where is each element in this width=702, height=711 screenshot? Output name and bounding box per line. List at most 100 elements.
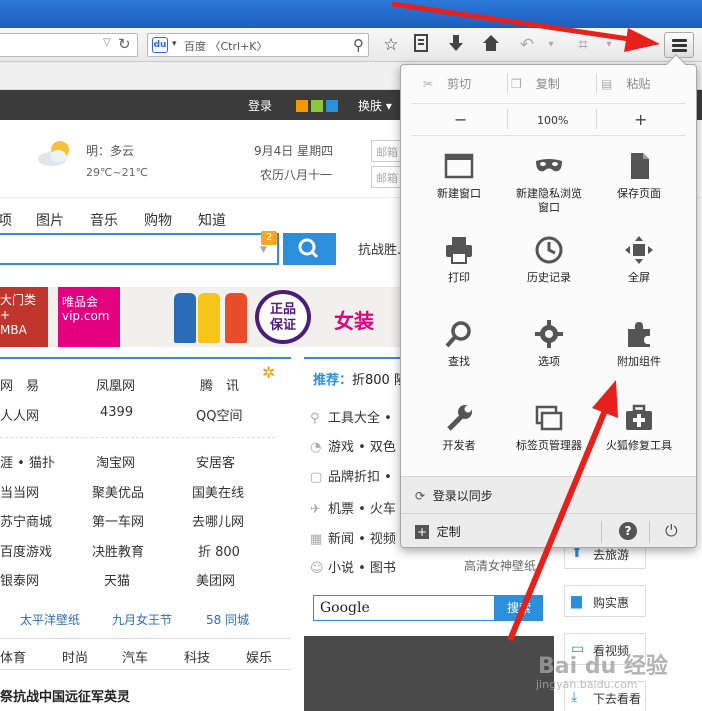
site-link[interactable]: 国美在线 <box>192 482 244 501</box>
login-link[interactable]: 登录 <box>248 97 272 114</box>
settings-gear-icon[interactable]: ✲ <box>262 363 275 382</box>
news-headline[interactable]: 祭抗战中国远征军英灵 <box>0 686 130 705</box>
site-link[interactable]: 凤凰网 <box>96 375 135 394</box>
crop-dropdown-icon[interactable]: ▾ <box>598 34 620 56</box>
url-bar[interactable]: ▽ ↻ <box>0 33 138 57</box>
site-link[interactable]: 当当网 <box>0 482 39 501</box>
site-link[interactable]: 银泰网 <box>0 570 39 589</box>
list-item[interactable]: ▢ 品牌折扣 • <box>310 466 392 485</box>
tab-fashion[interactable]: 时尚 <box>62 647 88 666</box>
engine-dropdown-icon[interactable]: ▾ <box>172 39 177 49</box>
ad-banner[interactable]: 大门类 + MBA 唯品会 vip.com 正品 保证 女装 <box>0 287 405 347</box>
skin-swatch-blue[interactable] <box>326 100 338 112</box>
find-item[interactable]: 查找 <box>413 319 505 399</box>
zoom-reset-button[interactable]: 100% <box>537 114 568 127</box>
help-icon[interactable]: ? <box>619 522 637 540</box>
url-dropdown-icon[interactable]: ▽ <box>103 37 111 48</box>
search-dropdown-icon[interactable]: ▼ <box>260 245 267 255</box>
site-search-button[interactable] <box>283 233 336 265</box>
tab-tech[interactable]: 科技 <box>184 647 210 666</box>
link-queen-festival[interactable]: 九月女王节 <box>112 611 172 628</box>
addons-item[interactable]: 附加组件 <box>593 319 685 399</box>
banner-vip[interactable]: 唯品会 vip.com <box>58 287 120 347</box>
list-item[interactable]: ▦ 新闻 • 视频 <box>310 528 396 547</box>
zoom-out-button[interactable]: − <box>454 110 467 129</box>
tab-ent[interactable]: 娱乐 <box>246 647 272 666</box>
list-item[interactable]: ☺ 小说 • 图书 <box>310 557 396 576</box>
download-icon[interactable] <box>445 34 467 56</box>
site-link[interactable]: 百度游戏 <box>0 541 52 560</box>
cut-button[interactable]: ✂ 剪切 <box>423 75 471 92</box>
open-menu-button[interactable] <box>664 32 694 58</box>
list-item[interactable]: ⚲ 工具大全 • <box>310 407 392 426</box>
fullscreen-item[interactable]: 全屏 <box>593 235 685 315</box>
google-search-button[interactable]: 搜索 <box>495 595 543 621</box>
developer-item[interactable]: 开发者 <box>413 403 505 483</box>
search-count-badge: 2 <box>261 231 277 245</box>
google-search-input[interactable]: Google <box>313 595 495 621</box>
tab-images[interactable]: 图片 <box>36 210 64 230</box>
site-link[interactable]: QQ空间 <box>196 405 242 424</box>
list-item[interactable]: ✈ 机票 • 火车 <box>310 498 396 517</box>
customize-button[interactable]: + 定制 <box>415 523 461 540</box>
site-link[interactable]: 美团网 <box>196 570 235 589</box>
site-link[interactable]: 第一车网 <box>92 511 144 530</box>
tab-web[interactable]: 项 <box>0 210 12 230</box>
list-item[interactable]: ◔ 游戏 • 双色 <box>310 436 396 455</box>
site-link[interactable]: 涯 • 猫扑 <box>0 452 55 471</box>
site-link[interactable]: 决胜教育 <box>92 541 144 560</box>
reload-icon[interactable]: ↻ <box>118 35 131 53</box>
banner-mba[interactable]: 大门类 + MBA <box>0 287 48 347</box>
zoom-in-button[interactable]: + <box>634 110 647 129</box>
undo-icon[interactable]: ↶ <box>516 34 538 56</box>
tab-manager-item[interactable]: 标签页管理器 <box>503 403 595 483</box>
search-go-icon[interactable]: ⚲ <box>353 36 364 54</box>
site-link[interactable]: 淘宝网 <box>96 452 135 471</box>
site-link[interactable]: 网 易 <box>0 375 39 394</box>
home-icon[interactable] <box>480 34 502 56</box>
bookmark-star-icon[interactable]: ☆ <box>380 34 402 56</box>
undo-dropdown-icon[interactable]: ▾ <box>540 34 562 56</box>
options-item[interactable]: 选项 <box>503 319 595 399</box>
print-item[interactable]: 打印 <box>413 235 505 315</box>
tab-music[interactable]: 音乐 <box>90 210 118 230</box>
private-window-item[interactable]: 新建隐私浏览 窗口 <box>503 151 595 231</box>
tab-zhidao[interactable]: 知道 <box>198 210 226 230</box>
site-link[interactable]: 折 800 <box>198 541 240 560</box>
new-window-item[interactable]: 新建窗口 <box>413 151 505 231</box>
site-link[interactable]: 腾 讯 <box>200 375 239 394</box>
copy-button[interactable]: ❐ 复制 <box>511 75 560 92</box>
sync-sign-in-item[interactable]: ⟳ 登录以同步 <box>415 487 493 504</box>
repair-tool-item[interactable]: 火狐修复工具 <box>593 403 685 483</box>
site-link[interactable]: 天猫 <box>104 570 130 589</box>
link-wallpaper[interactable]: 太平洋壁纸 <box>20 611 80 628</box>
dress-image <box>225 293 247 343</box>
site-link[interactable]: 4399 <box>100 405 133 420</box>
divider <box>401 513 696 514</box>
game-icon: ◔ <box>310 440 322 455</box>
site-link[interactable]: 苏宁商城 <box>0 511 52 530</box>
tab-auto[interactable]: 汽车 <box>122 647 148 666</box>
search-engine-icon[interactable]: du <box>152 37 168 53</box>
site-link[interactable]: 去哪儿网 <box>192 511 244 530</box>
history-item[interactable]: 历史记录 <box>503 235 595 315</box>
site-search-input[interactable]: 2 ▼ <box>0 231 279 265</box>
power-icon[interactable]: ⏻ <box>665 521 678 541</box>
paste-button[interactable]: ▤ 粘贴 <box>601 75 650 92</box>
skin-menu[interactable]: 换肤 ▾ <box>358 97 392 114</box>
shopping-button[interactable]: ▆ 购实惠 <box>564 585 646 617</box>
site-link[interactable]: 人人网 <box>0 405 39 424</box>
search-bar[interactable]: du ▾ 百度 〈Ctrl+K〉 ⚲ <box>147 33 369 57</box>
skin-swatch-green[interactable] <box>311 100 323 112</box>
search-placeholder: 百度 〈Ctrl+K〉 <box>184 40 268 53</box>
site-link[interactable]: 聚美优品 <box>92 482 144 501</box>
link-58[interactable]: 58 同城 <box>206 611 249 628</box>
save-page-item[interactable]: 保存页面 <box>593 151 685 231</box>
skin-swatch-orange[interactable] <box>296 100 308 112</box>
crop-icon[interactable]: ⌗ <box>572 34 594 56</box>
site-link[interactable]: 安居客 <box>196 452 235 471</box>
tab-shopping[interactable]: 购物 <box>144 210 172 230</box>
wallpaper-link[interactable]: 高清女神壁纸 <box>464 557 536 574</box>
bookmarks-list-icon[interactable] <box>410 34 432 56</box>
tab-sports[interactable]: 体育 <box>0 647 26 666</box>
